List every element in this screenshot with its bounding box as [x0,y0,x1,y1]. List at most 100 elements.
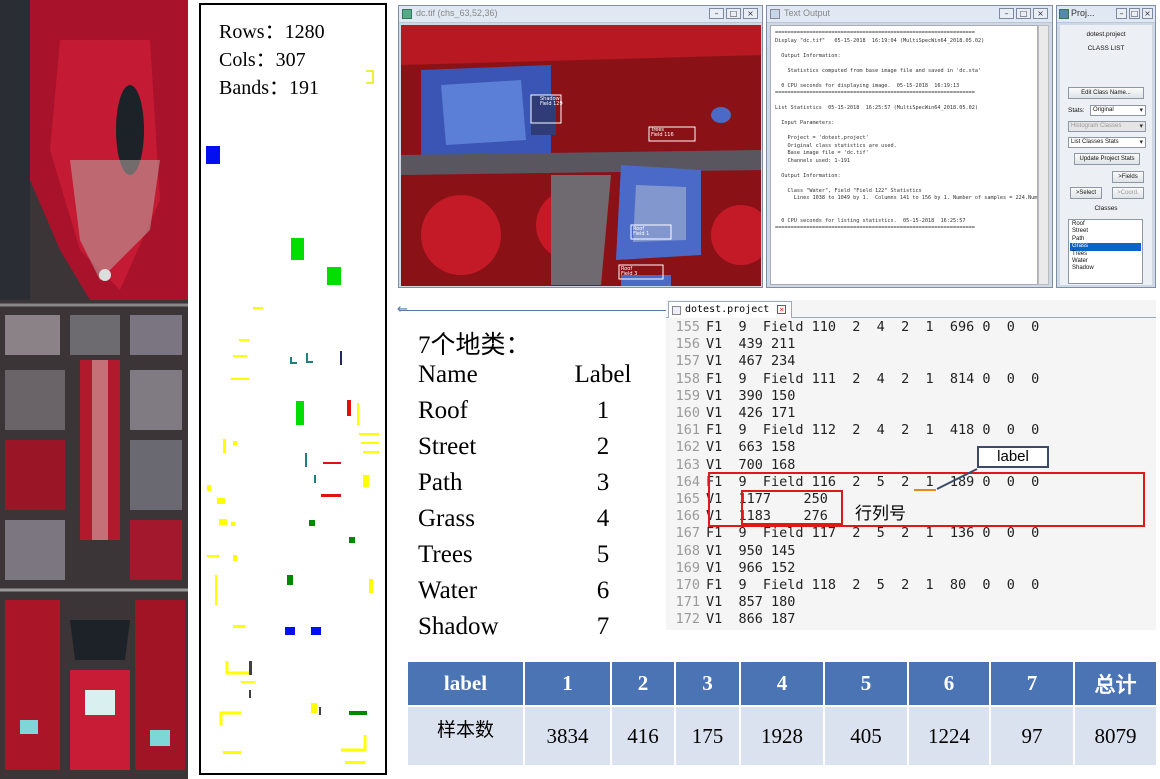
histogram-classes-select[interactable]: Histogram Classes [1068,121,1146,132]
stats-select[interactable]: Original [1090,105,1146,116]
close-tab-icon[interactable]: × [777,305,787,314]
line-text: F1 9 Field 110 2 4 2 1 696 0 0 0 [706,319,1040,335]
table-header-cell: 2 [610,660,676,707]
output-line: 0 CPU seconds for displaying image. 05-1… [775,82,960,89]
output-line: Statistics computed from base image file… [775,67,982,74]
class-list-item[interactable]: Water [1070,258,1141,265]
fields-button[interactable]: >Fields [1112,171,1144,183]
maximize-button[interactable]: □ [726,8,741,19]
line-number: 170 [675,577,700,593]
project-titlebar[interactable]: Proj... – □ × [1057,6,1155,23]
image-window[interactable]: dc.tif (chs_63,52,36) – □ × Trees Field … [398,5,763,288]
line-number: 155 [675,319,700,335]
output-line: Output Information: [775,172,841,179]
class-row: Grass 4 [418,505,610,532]
text-output-window[interactable]: Text Output – □ × ======================… [766,5,1053,288]
minimize-button[interactable]: – [709,8,724,19]
arrow-line [400,310,668,311]
table-cell: 1224 [907,705,991,767]
table-cell: 97 [989,705,1075,767]
line-text: F1 9 Field 118 2 5 2 1 80 0 0 0 [706,577,1040,593]
class-list-item[interactable]: Street [1070,228,1141,235]
text-output-titlebar[interactable]: Text Output – □ × [767,6,1052,23]
label-value-underline [914,489,936,491]
class-list-item[interactable]: Shadow [1070,265,1141,272]
coord-button[interactable]: >Coord. [1112,187,1144,199]
table-header-cell: 5 [823,660,909,707]
file-icon [672,306,681,315]
satellite-image-strip [0,0,188,779]
editor-line: 157 V1 467 234 [666,353,796,370]
project-panel: dotest.project CLASS LIST Edit Class Nam… [1060,25,1152,285]
editor-line: 155 F1 9 Field 110 2 4 2 1 696 0 0 0 [666,319,1040,336]
maximize-button[interactable]: □ [1129,8,1140,19]
project-window[interactable]: Proj... – □ × dotest.project CLASS LIST … [1056,5,1156,288]
list-classes-stats-select[interactable]: List Classes Stats [1068,137,1146,148]
text-output-icon [770,9,780,19]
output-line: ========================================… [775,225,975,231]
editor-tab[interactable]: dotest.project × [668,301,793,318]
name-column-header: Name [418,361,478,388]
minimize-button[interactable]: – [999,8,1014,19]
editor-line: 160 V1 426 171 [666,405,796,422]
update-project-stats-button[interactable]: Update Project Stats [1074,153,1140,165]
editor-line: 161 F1 9 Field 112 2 4 2 1 418 0 0 0 [666,422,1040,439]
label-map-patches [206,70,379,764]
table-cell: 416 [610,705,676,767]
image-view[interactable]: Trees Field 116 Shadow Field 129 Roof Field… [401,25,761,286]
output-line: ========================================… [775,30,975,36]
project-file-editor[interactable]: dotest.project × 155 F1 9 Field 110 2 4 2… [666,300,1156,630]
select-button[interactable]: >Select [1070,187,1102,199]
vertical-scrollbar[interactable] [1038,25,1049,285]
output-line: Output Information: [775,52,841,59]
output-line: Lines 1038 to 1049 by 1. Columns 141 to … [775,195,1038,201]
text-output-body[interactable]: ========================================… [770,25,1038,285]
edit-class-name-button[interactable]: Edit Class Name... [1068,87,1144,99]
minimize-button[interactable]: – [1116,8,1127,19]
close-button[interactable]: × [1142,8,1153,19]
table-header-cell: 3 [674,660,741,707]
line-text: V1 866 187 [706,611,796,628]
output-line: Project = 'dotest.project' [775,135,869,141]
class-list-item[interactable]: Trees [1070,251,1141,258]
output-line: Display "dc.tif" 05-15-2018 16:19:04 (Mu… [775,37,985,44]
stats-label: Stats: [1068,107,1085,114]
arrow-left-icon: ← [397,302,408,317]
line-number: 161 [675,422,700,439]
line-text: V1 950 145 [706,542,796,559]
editor-line: 172 V1 866 187 [666,611,796,628]
table-cell: 3834 [523,705,612,767]
maximize-button[interactable]: □ [1016,8,1031,19]
classes-listbox[interactable]: Roof Street Path Grass Trees Water Shadow [1068,219,1143,284]
table-header-row: label 1 2 3 4 5 6 7 总计 [406,660,1158,707]
roi-label-shadow: Shadow Field 129 [540,96,563,107]
class-list-item[interactable]: Grass [1070,243,1141,251]
close-button[interactable]: × [743,8,758,19]
image-window-titlebar[interactable]: dc.tif (chs_63,52,36) – □ × [399,6,762,23]
line-number: 157 [675,353,700,370]
table-header-cell: 6 [907,660,991,707]
label-map-panel: Rows：1280 Cols：307 Bands：191 [199,3,387,775]
line-text: V1 700 168 [706,456,796,473]
table-cell: 405 [823,705,909,767]
class-row: Path 3 [418,469,610,496]
label-callout: label [977,446,1049,468]
output-line: List Statistics 05-15-2018 16:25:57 (Mul… [775,105,979,111]
class-list-item[interactable]: Roof [1070,221,1141,228]
text-output-title: Text Output [784,8,831,18]
editor-line: 159 V1 390 150 [666,387,796,405]
class-list-item[interactable]: Path [1070,236,1141,243]
line-number: 159 [675,387,700,404]
table-cell: 8079 [1073,705,1158,767]
class-legend-header: Name Label [418,361,648,397]
line-text: V1 467 234 [706,353,796,370]
class-row: Shadow 7 [418,613,610,640]
editor-line: 158 F1 9 Field 111 2 4 2 1 814 0 0 0 [666,371,1040,388]
sample-count-table: label 1 2 3 4 5 6 7 总计 样本数 3834 416 175 … [406,660,1158,767]
highlight-box-row-col [741,490,843,525]
close-button[interactable]: × [1033,8,1048,19]
output-line: Channels used: 1-191 [775,157,850,164]
line-text: F1 9 Field 112 2 4 2 1 418 0 0 0 [706,422,1040,439]
